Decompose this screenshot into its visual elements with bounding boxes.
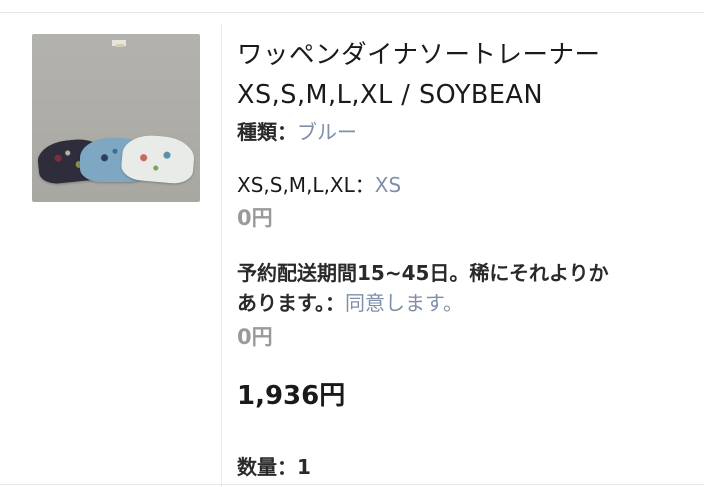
delivery-option-price: 0円 bbox=[237, 325, 273, 349]
size-value: XS bbox=[374, 173, 402, 197]
product-title[interactable]: ワッペンダイナソートレーナー XS,S,M,L,XL / SOYBEAN bbox=[237, 35, 601, 115]
quantity-value: 1 bbox=[297, 455, 311, 479]
cart-item-view: ワッペンダイナソートレーナー XS,S,M,L,XL / SOYBEAN 種類：… bbox=[0, 0, 704, 487]
white-sweatshirt-image bbox=[120, 132, 196, 186]
delivery-option-line2: あります。：同意します。 bbox=[237, 287, 463, 316]
quantity-label: 数量： bbox=[237, 455, 297, 479]
item-total-price: 1,936円 bbox=[237, 381, 346, 411]
delivery-option: 予約配送期間15~45日。稀にそれよりか bbox=[237, 257, 609, 286]
quantity-row: 数量：1 bbox=[237, 451, 311, 480]
product-title-line2: XS,S,M,L,XL / SOYBEAN bbox=[237, 80, 544, 110]
size-option: XS,S,M,L,XL：XS bbox=[237, 169, 401, 198]
type-value: ブルー bbox=[297, 120, 357, 144]
product-thumbnail[interactable] bbox=[32, 34, 200, 202]
hanger-clip-icon bbox=[116, 44, 124, 47]
product-title-line1: ワッペンダイナソートレーナー bbox=[237, 40, 601, 70]
type-option: 種類：ブルー bbox=[237, 116, 357, 145]
delivery-label-line1: 予約配送期間15~45日。稀にそれよりか bbox=[237, 261, 609, 285]
top-divider bbox=[0, 12, 704, 13]
size-option-price: 0円 bbox=[237, 206, 273, 230]
delivery-label-line2: あります。： bbox=[237, 291, 345, 315]
type-label: 種類： bbox=[237, 120, 297, 144]
delivery-value: 同意します。 bbox=[345, 291, 463, 315]
bottom-divider bbox=[0, 484, 704, 485]
vertical-divider bbox=[221, 24, 222, 487]
size-label: XS,S,M,L,XL： bbox=[237, 173, 375, 197]
